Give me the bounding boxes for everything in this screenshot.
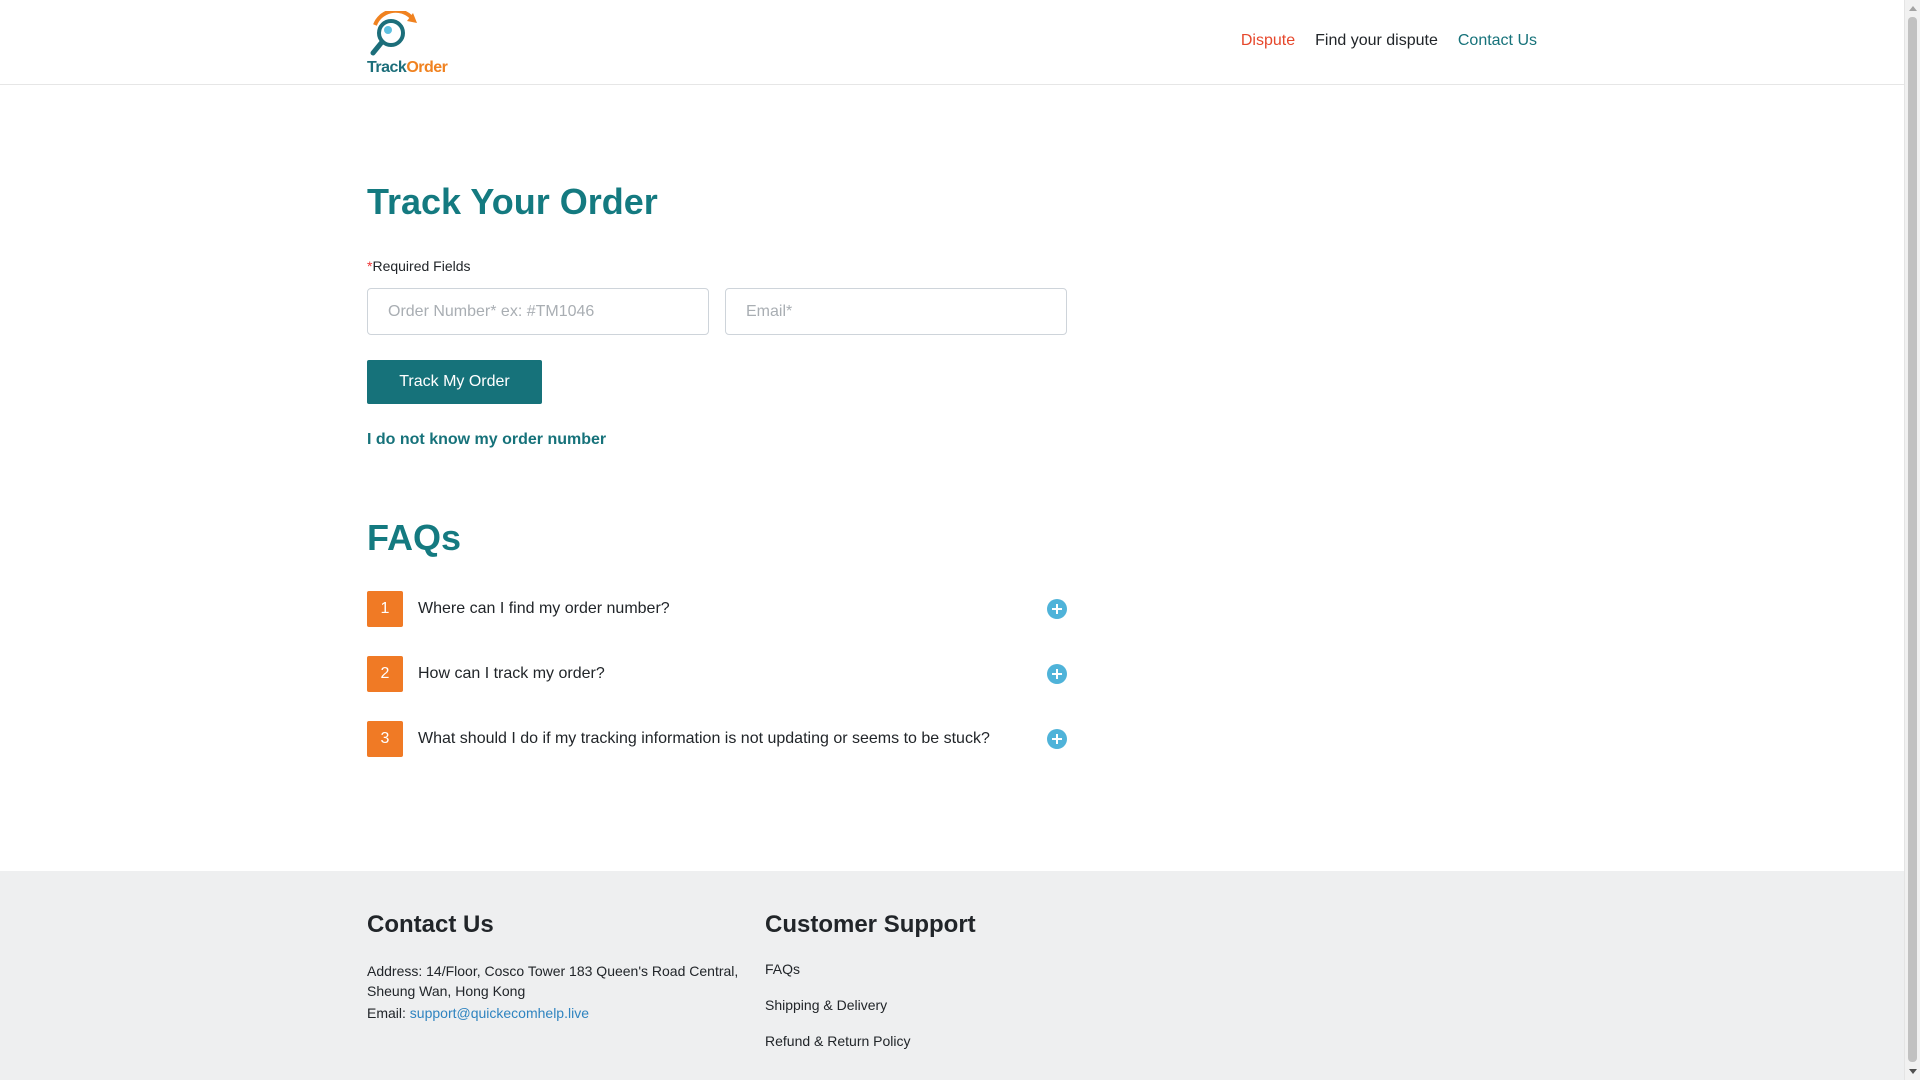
faq-question: How can I track my order?	[418, 665, 605, 682]
faqs-title: FAQs	[367, 517, 462, 558]
footer-link-shipping-delivery[interactable]: Shipping & Delivery	[765, 997, 887, 1013]
footer-contact-column: Contact Us Address: 14/Floor, Cosco Towe…	[367, 911, 747, 1021]
nav-contact-us[interactable]: Contact Us	[1458, 32, 1537, 50]
page-title: Track Your Order	[367, 181, 658, 222]
faq-number-badge: 2	[367, 656, 403, 692]
logo-text-order: Order	[406, 59, 448, 76]
faq-number-badge: 1	[367, 591, 403, 627]
track-my-order-button[interactable]: Track My Order	[367, 360, 542, 404]
required-fields-note: *Required Fields	[367, 258, 471, 274]
faq-list: 1 Where can I find my order number? 2 Ho…	[367, 591, 1067, 786]
page: TrackOrder Dispute Find your dispute Con…	[0, 0, 1904, 1080]
faq-item[interactable]: 2 How can I track my order?	[367, 656, 1067, 692]
unknown-order-number-link[interactable]: I do not know my order number	[367, 431, 606, 449]
scroll-up-arrow-icon[interactable]	[1909, 6, 1917, 11]
footer-support-title: Customer Support	[765, 911, 976, 938]
plus-circle-icon[interactable]	[1047, 599, 1067, 619]
faq-item[interactable]: 3 What should I do if my tracking inform…	[367, 721, 1067, 757]
footer-address: Address: 14/Floor, Cosco Tower 183 Queen…	[367, 963, 739, 999]
logo-text: TrackOrder	[367, 59, 448, 77]
vertical-scrollbar[interactable]	[1904, 0, 1920, 1080]
track-form-inputs	[367, 288, 1067, 335]
nav-dispute[interactable]: Dispute	[1241, 32, 1295, 50]
site-header: TrackOrder Dispute Find your dispute Con…	[0, 0, 1904, 85]
list-item: Shipping & Delivery	[765, 997, 976, 1033]
plus-circle-icon[interactable]	[1047, 729, 1067, 749]
scrollbar-thumb[interactable]	[1908, 17, 1917, 1062]
scroll-down-arrow-icon[interactable]	[1909, 1069, 1917, 1074]
track-order-section: Track Your Order *Required Fields Track …	[367, 180, 1067, 757]
footer-email-link[interactable]: support@quickecomhelp.live	[410, 1005, 589, 1021]
site-footer: Contact Us Address: 14/Floor, Cosco Towe…	[0, 871, 1904, 1080]
site-logo[interactable]: TrackOrder	[367, 8, 451, 77]
order-number-input[interactable]	[367, 288, 709, 335]
faq-question: What should I do if my tracking informat…	[418, 730, 990, 747]
email-input[interactable]	[725, 288, 1067, 335]
footer-contact-title: Contact Us	[367, 911, 494, 938]
logo-text-track: Track	[367, 59, 407, 76]
main-nav: Dispute Find your dispute Contact Us	[1241, 32, 1537, 50]
list-item: Refund & Return Policy	[765, 1033, 976, 1069]
faq-number-badge: 3	[367, 721, 403, 757]
footer-link-refund-return-policy[interactable]: Refund & Return Policy	[765, 1033, 911, 1049]
plus-circle-icon[interactable]	[1047, 664, 1067, 684]
magnifier-arrow-icon	[370, 8, 417, 56]
footer-support-column: Customer Support FAQs Shipping & Deliver…	[765, 911, 976, 1069]
faq-question: Where can I find my order number?	[418, 600, 670, 617]
faq-item[interactable]: 1 Where can I find my order number?	[367, 591, 1067, 627]
footer-email-label: Email:	[367, 1005, 406, 1021]
required-fields-label: Required Fields	[372, 258, 471, 274]
nav-find-your-dispute[interactable]: Find your dispute	[1315, 32, 1438, 50]
footer-email-line: Email: support@quickecomhelp.live	[367, 1005, 747, 1021]
list-item: FAQs	[765, 961, 976, 997]
footer-support-links: FAQs Shipping & Delivery Refund & Return…	[765, 961, 976, 1069]
footer-link-faqs[interactable]: FAQs	[765, 961, 800, 977]
